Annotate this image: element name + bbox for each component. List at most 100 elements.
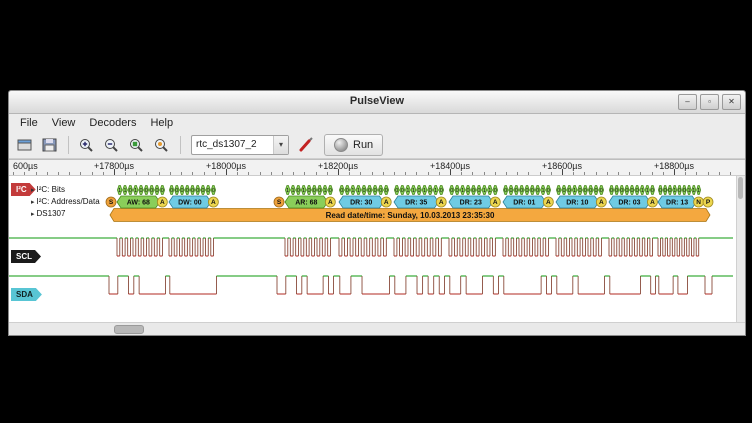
bit-annotation-text: 1 [351, 188, 354, 194]
session-file-select[interactable]: rtc_ds1307_2 ▾ [191, 135, 289, 155]
chevron-down-icon: ▾ [273, 136, 288, 154]
decoder-row-label: I²C: Address/Data [37, 197, 100, 206]
decoder-row-ds1307: ▸ DS1307 [31, 209, 65, 218]
bit-annotation-text: 0 [450, 188, 453, 194]
ack-marker-label: A [650, 199, 655, 206]
bit-annotation-text: 0 [467, 188, 470, 194]
bit-annotation-text: 0 [340, 188, 343, 194]
bit-annotation-text: 1 [423, 188, 426, 194]
zoom-fit-button[interactable] [126, 134, 148, 155]
menu-help[interactable]: Help [143, 116, 180, 130]
bit-annotation-text: 0 [429, 188, 432, 194]
expand-arrow-icon[interactable]: ▸ [31, 198, 35, 206]
probe-config-button[interactable] [295, 134, 317, 155]
ruler-tick-label: 600µs [13, 161, 38, 171]
expand-arrow-icon[interactable]: ▸ [31, 186, 35, 194]
save-session-button[interactable] [39, 134, 61, 155]
session-file-value: rtc_ds1307_2 [192, 139, 273, 150]
bit-annotation-text: 0 [536, 188, 539, 194]
ruler-tick [405, 172, 406, 175]
ruler-tick [24, 172, 25, 175]
ruler-tick [215, 172, 216, 175]
bit-annotation-text: 0 [379, 188, 382, 194]
ruler-tick [80, 172, 81, 175]
ruler-tick [181, 172, 182, 175]
bit-annotation-text: 1 [483, 188, 486, 194]
open-file-button[interactable] [14, 134, 36, 155]
zoom-in-button[interactable] [76, 134, 98, 155]
zoom-one-to-one-icon [153, 137, 171, 153]
ruler-tick [125, 172, 126, 175]
zoom-out-button[interactable] [101, 134, 123, 155]
bit-annotation-text: 0 [150, 188, 153, 194]
bit-annotation-text: 0 [557, 188, 560, 194]
vertical-scrollbar[interactable] [736, 176, 745, 322]
bit-annotation-text: 0 [547, 188, 550, 194]
decoder-row-address-data: ▸ I²C: Address/Data [31, 197, 100, 206]
ack-marker-label: A [384, 199, 389, 206]
close-icon[interactable]: ✕ [722, 94, 741, 110]
ruler-tick [674, 169, 675, 175]
bit-annotation-text: 1 [461, 188, 464, 194]
signal-tag-scl[interactable]: SCL [11, 250, 41, 263]
ruler-tick [103, 172, 104, 175]
bit-annotation-text: 0 [515, 188, 518, 194]
bit-annotation-text: 0 [664, 188, 667, 194]
zoom-one-to-one-button[interactable] [151, 134, 173, 155]
ruler-tick [372, 172, 373, 175]
ruler-tick [517, 172, 518, 175]
minimize-icon[interactable]: – [678, 94, 697, 110]
bit-annotation-text: 0 [615, 188, 618, 194]
stop-marker-label: P [706, 199, 711, 206]
zoom-out-icon [103, 137, 121, 153]
bit-annotation-text: 0 [145, 188, 148, 194]
zoom-fit-icon [128, 137, 146, 153]
bit-annotation-text: 0 [494, 188, 497, 194]
menu-view[interactable]: View [45, 116, 83, 130]
bit-annotation-text: 0 [318, 188, 321, 194]
bit-annotation-text: 1 [291, 188, 294, 194]
ruler-tick [551, 172, 552, 175]
ruler-tick [271, 172, 272, 175]
hscroll-thumb[interactable] [114, 325, 144, 334]
run-button[interactable]: Run [324, 134, 383, 156]
bit-annotation-text: 1 [434, 188, 437, 194]
ruler-tick [663, 172, 664, 175]
ruler-tick [461, 172, 462, 175]
ruler-tick [428, 172, 429, 175]
byte-annotation-text: AR: 68 [295, 199, 317, 206]
byte-annotation-text: DR: 01 [513, 199, 535, 206]
trace-canvas[interactable]: Read date/time: Sunday, 10.03.2013 23:35… [9, 176, 733, 322]
bit-annotation-text: 1 [573, 188, 576, 194]
titlebar[interactable]: PulseView – ▫ ✕ [9, 91, 745, 114]
ack-marker-label: N [696, 199, 701, 206]
bit-annotation-text: 0 [636, 188, 639, 194]
start-marker-label: S [109, 199, 114, 206]
bit-annotation-text: 0 [362, 188, 365, 194]
ruler-tick [204, 172, 205, 175]
timeline-ruler[interactable]: 600µs+17800µs+18000µs+18200µs+18400µs+18… [9, 160, 745, 176]
bit-annotation-text: 1 [406, 188, 409, 194]
horizontal-scrollbar[interactable] [9, 322, 745, 335]
bit-annotation-text: 0 [630, 188, 633, 194]
trace-view: 600µs+17800µs+18000µs+18200µs+18400µs+18… [9, 159, 745, 335]
ruler-tick [36, 172, 37, 175]
bit-annotation-text: 0 [525, 188, 528, 194]
signal-tag-sda[interactable]: SDA [11, 288, 42, 301]
bit-annotation-text: 1 [673, 188, 676, 194]
bit-annotation-text: 0 [196, 188, 199, 194]
zoom-in-icon [78, 137, 96, 153]
vscroll-thumb[interactable] [738, 177, 743, 199]
ruler-tick [237, 172, 238, 175]
menu-decoders[interactable]: Decoders [82, 116, 143, 130]
bit-annotation-text: 1 [412, 188, 415, 194]
expand-arrow-icon[interactable]: ▸ [31, 210, 35, 218]
ruler-tick [573, 172, 574, 175]
ruler-tick [360, 172, 361, 175]
bit-annotation-text: 0 [170, 188, 173, 194]
ruler-tick [528, 172, 529, 175]
ack-marker-label: A [493, 199, 498, 206]
ruler-tick [58, 172, 59, 175]
maximize-icon[interactable]: ▫ [700, 94, 719, 110]
menu-file[interactable]: File [13, 116, 45, 130]
